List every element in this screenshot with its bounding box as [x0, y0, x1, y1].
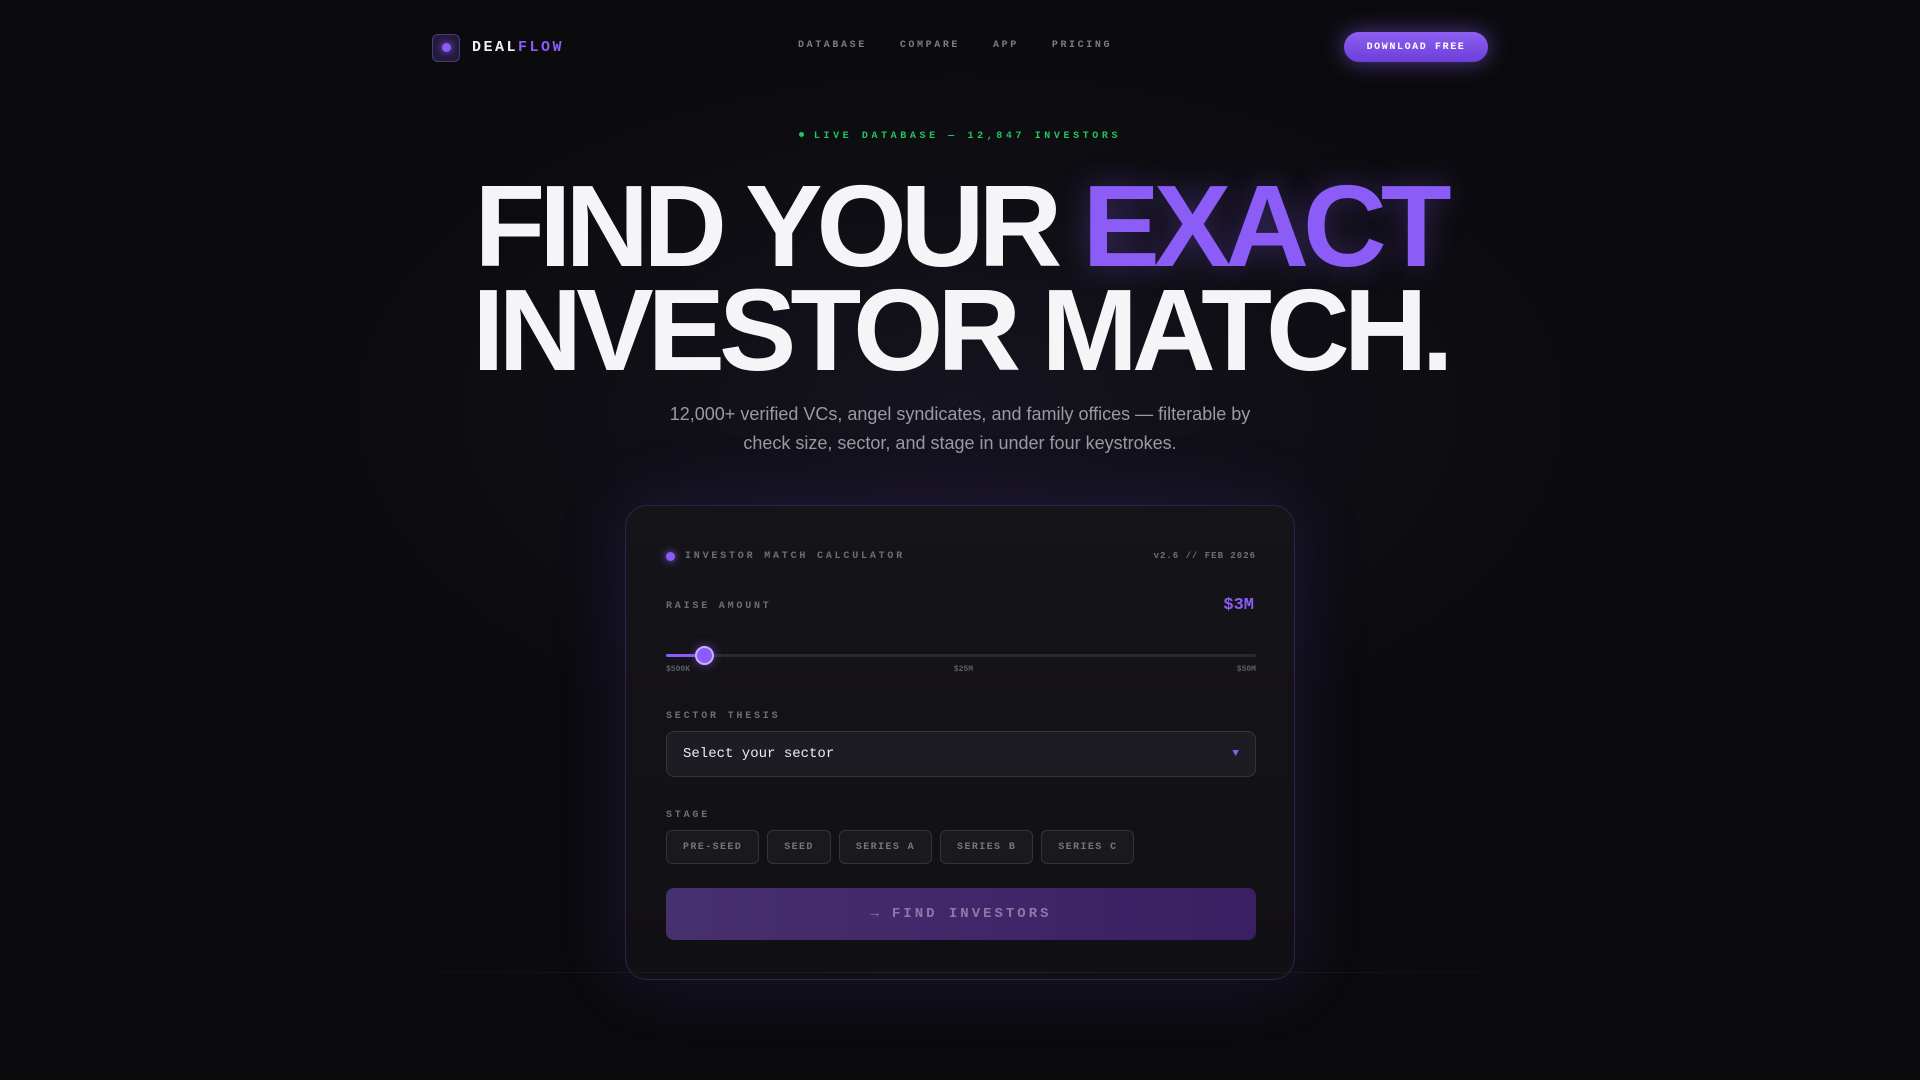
calculator-status-dot-icon: [666, 551, 675, 561]
brand-logo[interactable]: DEALFLOW: [432, 33, 564, 62]
live-database-badge: LIVE DATABASE — 12,847 INVESTORS: [0, 131, 1920, 142]
download-free-button[interactable]: DOWNLOAD FREE: [1344, 32, 1488, 62]
live-status-dot-icon: [798, 131, 804, 137]
stage-chip-series-a[interactable]: SERIES A: [838, 830, 933, 864]
stage-label: STAGE: [666, 810, 711, 821]
calculator-title: INVESTOR MATCH CALCULATOR: [685, 550, 906, 562]
arrow-right-icon: →: [870, 906, 882, 922]
tick-max: $50M: [1236, 665, 1256, 674]
calculator-version: v2.6 // FEB 2026: [1153, 551, 1256, 561]
slider-ticks: $500K $25M $50M: [666, 665, 1256, 677]
nav-link-pricing[interactable]: PRICING: [1052, 40, 1112, 51]
raise-amount-slider[interactable]: [666, 646, 1256, 666]
logo-icon: [432, 33, 460, 62]
find-investors-button[interactable]: → FIND INVESTORS: [666, 888, 1256, 940]
live-badge-text: LIVE DATABASE — 12,847 INVESTORS: [813, 131, 1122, 142]
slider-thumb[interactable]: [695, 646, 714, 665]
nav-link-compare[interactable]: COMPARE: [900, 40, 960, 51]
brand-name-part2: FLOW: [518, 39, 565, 56]
nav-links: DATABASE COMPARE APP PRICING: [798, 40, 1112, 51]
stage-chip-series-b[interactable]: SERIES B: [940, 830, 1034, 864]
find-investors-label: FIND INVESTORS: [891, 906, 1052, 922]
top-navigation: DEALFLOW DATABASE COMPARE APP PRICING DO…: [0, 0, 1920, 94]
stage-chip-pre-seed[interactable]: PRE-SEED: [666, 830, 760, 864]
chevron-down-icon: ▼: [1232, 748, 1239, 760]
nav-link-database[interactable]: DATABASE: [798, 40, 867, 51]
tick-mid: $25M: [953, 665, 973, 674]
raise-amount-label: RAISE AMOUNT: [666, 601, 772, 612]
sector-thesis-label: SECTOR THESIS: [666, 711, 781, 722]
slider-track[interactable]: [666, 654, 1256, 657]
raise-amount-value: $3M: [1223, 596, 1254, 615]
stage-chip-series-c[interactable]: SERIES C: [1041, 830, 1135, 864]
brand-name: DEALFLOW: [472, 39, 564, 56]
headline-line2: INVESTOR MATCH.: [472, 265, 1454, 395]
calculator-header: INVESTOR MATCH CALCULATOR v2.6 // FEB 20…: [666, 547, 1256, 565]
logo-dot: [441, 43, 451, 52]
brand-name-part1: DEAL: [472, 39, 519, 56]
stage-chip-seed[interactable]: SEED: [767, 830, 831, 864]
tick-min: $500K: [666, 665, 691, 674]
nav-link-app[interactable]: APP: [993, 40, 1019, 51]
stage-options: PRE-SEED SEED SERIES A SERIES B SERIES C: [666, 830, 1135, 864]
sector-select[interactable]: Select your sector ▼: [666, 731, 1256, 777]
hero-headline: FIND YOUR EXACT INVESTOR MATCH.: [0, 168, 1920, 388]
sector-select-value: Select your sector: [683, 746, 835, 762]
hero-subtitle: 12,000+ verified VCs, angel syndicates, …: [669, 404, 1251, 453]
investor-match-calculator: INVESTOR MATCH CALCULATOR v2.6 // FEB 20…: [625, 505, 1295, 980]
section-divider: [300, 972, 1620, 973]
